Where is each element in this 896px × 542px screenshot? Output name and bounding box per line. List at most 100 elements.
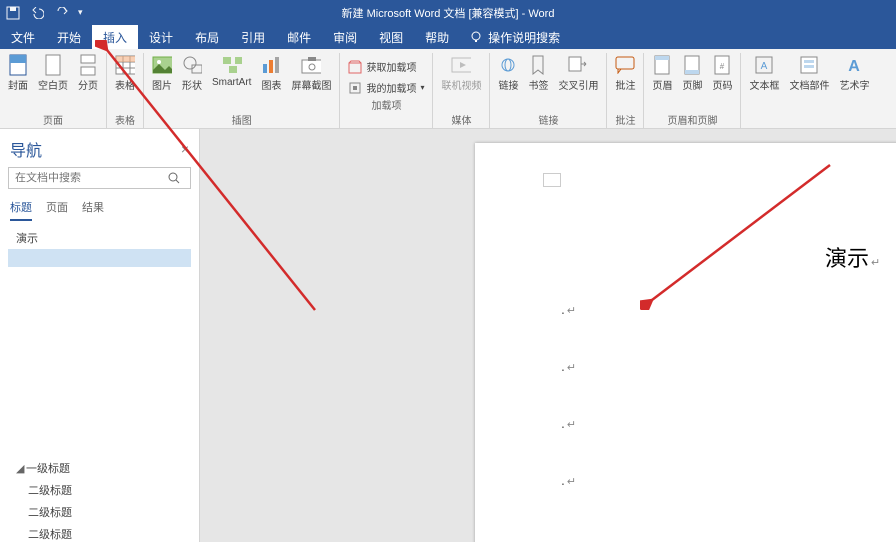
comment-label: 批注 xyxy=(615,77,635,92)
group-tables-label: 表格 xyxy=(115,112,135,128)
navigation-pane: 导航 × 标题 页面 结果 演示 ◢一级标题 二级标题 二级标题 二级标题 xyxy=(0,129,200,542)
nav-tab-results[interactable]: 结果 xyxy=(82,195,104,221)
nav-heading-item[interactable]: 演示 xyxy=(8,227,191,249)
header-label: 页眉 xyxy=(652,77,672,92)
document-viewport[interactable]: 演示↵ .↵ .↵ .↵ .↵ xyxy=(200,129,896,542)
quick-parts-button[interactable]: 文档部件 xyxy=(787,53,831,94)
tab-insert[interactable]: 插入 xyxy=(92,25,138,49)
paragraph[interactable]: .↵ xyxy=(561,472,576,488)
group-links-label: 链接 xyxy=(538,112,558,128)
redo-icon[interactable] xyxy=(54,7,68,19)
nav-heading-item[interactable]: 二级标题 xyxy=(8,523,191,542)
nav-heading-item[interactable]: 二级标题 xyxy=(8,479,191,501)
nav-pane-title: 导航 xyxy=(10,137,42,161)
nav-tab-pages[interactable]: 页面 xyxy=(46,195,68,221)
quick-access-toolbar: ▾ xyxy=(0,6,89,20)
group-hf-label: 页眉和页脚 xyxy=(667,112,717,128)
group-comments: 批注 批注 xyxy=(607,53,644,128)
tab-layout[interactable]: 布局 xyxy=(184,25,230,49)
nav-tabs: 标题 页面 结果 xyxy=(0,195,199,221)
titlebar: ▾ 新建 Microsoft Word 文档 [兼容模式] - Word xyxy=(0,0,896,25)
tell-me[interactable]: 操作说明搜索 xyxy=(470,29,560,46)
chart-label: 图表 xyxy=(261,77,281,92)
nav-search-box[interactable] xyxy=(8,167,191,189)
get-addins-label: 获取加载项 xyxy=(366,59,416,74)
quickparts-icon xyxy=(799,55,819,75)
bookmark-button[interactable]: 书签 xyxy=(526,53,550,94)
tab-mailings[interactable]: 邮件 xyxy=(276,25,322,49)
pagenum-icon: # xyxy=(712,55,732,75)
table-icon xyxy=(115,55,135,75)
svg-text:A: A xyxy=(849,58,861,74)
shapes-label: 形状 xyxy=(182,77,202,92)
tab-view[interactable]: 视图 xyxy=(368,25,414,49)
comment-icon xyxy=(615,55,635,75)
comment-button[interactable]: 批注 xyxy=(613,53,637,94)
header-button[interactable]: 页眉 xyxy=(650,53,674,94)
tab-references[interactable]: 引用 xyxy=(230,25,276,49)
content-control-marker xyxy=(543,173,561,187)
tab-review[interactable]: 审阅 xyxy=(322,25,368,49)
nav-close-button[interactable]: × xyxy=(181,141,189,157)
link-icon xyxy=(498,55,518,75)
online-video-label: 联机视频 xyxy=(441,77,481,92)
footer-icon xyxy=(682,55,702,75)
store-icon xyxy=(348,60,362,74)
shapes-button[interactable]: 形状 xyxy=(180,53,204,94)
blank-page-button[interactable]: 空白页 xyxy=(36,53,70,94)
nav-heading-item-selected[interactable] xyxy=(8,249,191,267)
window-title: 新建 Microsoft Word 文档 [兼容模式] - Word xyxy=(342,5,555,21)
cross-reference-button[interactable]: 交叉引用 xyxy=(556,53,600,94)
table-button[interactable]: 表格 xyxy=(113,53,137,94)
nav-heading-item[interactable]: ◢一级标题 xyxy=(8,457,191,479)
undo-icon[interactable] xyxy=(30,7,44,19)
chart-button[interactable]: 图表 xyxy=(259,53,283,94)
page-break-button[interactable]: 分页 xyxy=(76,53,100,94)
paragraph[interactable]: .↵ xyxy=(561,358,576,374)
paragraph-mark-icon: ↵ xyxy=(567,419,576,431)
tell-me-text: 操作说明搜索 xyxy=(488,29,560,46)
group-pages: 封面 空白页 分页 页面 xyxy=(0,53,107,128)
pictures-label: 图片 xyxy=(152,77,172,92)
paragraph-mark-icon: ↵ xyxy=(567,476,576,488)
tab-help[interactable]: 帮助 xyxy=(414,25,460,49)
nav-search-input[interactable] xyxy=(9,172,168,184)
paragraph[interactable]: .↵ xyxy=(561,301,576,317)
nav-heading-item[interactable]: 二级标题 xyxy=(8,501,191,523)
group-illustrations-label: 插图 xyxy=(232,112,252,128)
word-art-button[interactable]: A艺术字 xyxy=(837,53,871,94)
document-page[interactable]: 演示↵ .↵ .↵ .↵ .↵ xyxy=(475,143,896,542)
lightbulb-icon xyxy=(470,31,482,43)
save-icon[interactable] xyxy=(6,6,20,20)
footer-label: 页脚 xyxy=(682,77,702,92)
page-number-button[interactable]: #页码 xyxy=(710,53,734,94)
cover-page-button[interactable]: 封面 xyxy=(6,53,30,94)
smartart-button[interactable]: SmartArt xyxy=(210,53,253,90)
page-break-label: 分页 xyxy=(78,77,98,92)
textbox-icon: A xyxy=(754,55,774,75)
get-addins-button[interactable]: 获取加载项 xyxy=(346,57,426,76)
online-video-button[interactable]: 联机视频 xyxy=(439,53,483,94)
xref-icon xyxy=(568,55,588,75)
qat-customize-icon[interactable]: ▾ xyxy=(78,7,83,18)
text-box-button[interactable]: A文本框 xyxy=(747,53,781,94)
pictures-button[interactable]: 图片 xyxy=(150,53,174,94)
footer-button[interactable]: 页脚 xyxy=(680,53,704,94)
group-header-footer: 页眉 页脚 #页码 页眉和页脚 xyxy=(644,53,741,128)
group-media-label: 媒体 xyxy=(451,112,471,128)
nav-tab-headings[interactable]: 标题 xyxy=(10,195,32,221)
tab-file[interactable]: 文件 xyxy=(0,25,46,49)
search-icon[interactable] xyxy=(168,172,190,184)
document-heading[interactable]: 演示↵ xyxy=(825,241,880,273)
paragraph[interactable]: .↵ xyxy=(561,415,576,431)
my-addins-button[interactable]: 我的加载项▾ xyxy=(346,78,426,97)
tab-design[interactable]: 设计 xyxy=(138,25,184,49)
svg-text:#: # xyxy=(720,62,725,71)
addins-icon xyxy=(348,81,362,95)
link-button[interactable]: 链接 xyxy=(496,53,520,94)
chart-icon xyxy=(261,55,281,75)
tab-home[interactable]: 开始 xyxy=(46,25,92,49)
quickparts-label: 文档部件 xyxy=(789,77,829,92)
screenshot-button[interactable]: 屏幕截图 xyxy=(289,53,333,94)
paragraph-mark-icon: ↵ xyxy=(871,257,880,269)
